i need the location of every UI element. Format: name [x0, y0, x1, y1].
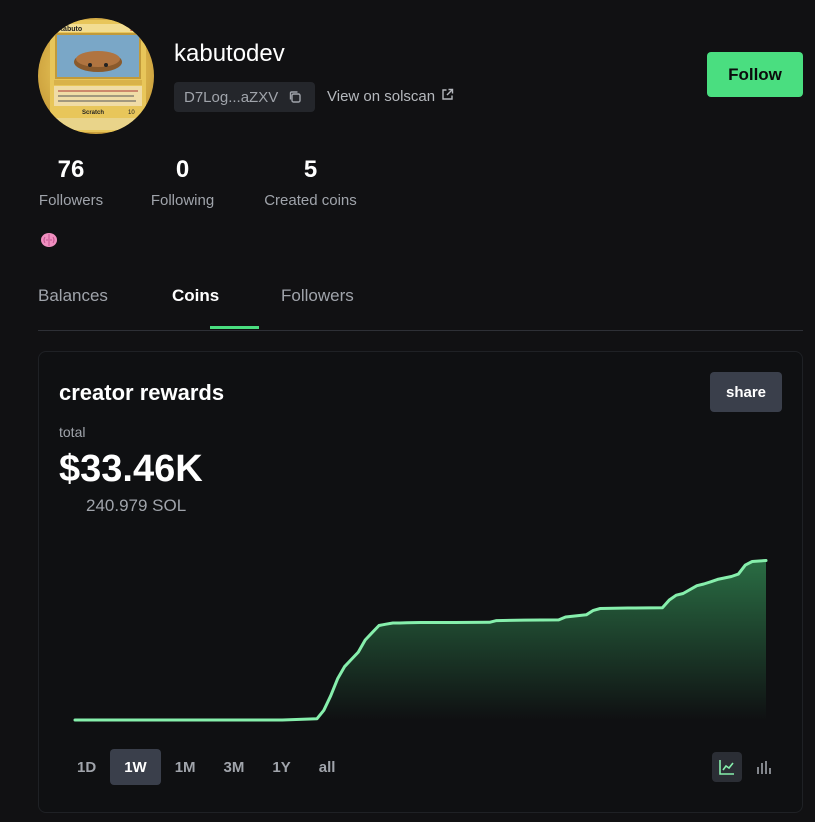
kabuto-card-image: Kabuto 30 Scratch 10: [50, 20, 146, 132]
avatar: Kabuto 30 Scratch 10: [38, 18, 154, 134]
stat-value: 5: [303, 156, 318, 183]
stat-created-coins[interactable]: 5 Created coins: [261, 156, 360, 209]
card-hp: 30: [130, 27, 137, 33]
range-all[interactable]: all: [305, 749, 350, 785]
stat-following[interactable]: 0 Following: [149, 156, 216, 209]
range-1w[interactable]: 1W: [110, 749, 161, 785]
rewards-chart: [73, 559, 768, 722]
range-3m[interactable]: 3M: [210, 749, 259, 785]
range-1m[interactable]: 1M: [161, 749, 210, 785]
bar-chart-icon[interactable]: [748, 752, 778, 782]
chart-area-fill: [75, 560, 766, 720]
copy-icon[interactable]: [288, 90, 302, 104]
profile-tabs: Balances Coins Followers: [38, 278, 803, 331]
range-1y[interactable]: 1Y: [258, 749, 304, 785]
wallet-address: D7Log...aZXV: [184, 88, 279, 106]
stat-followers[interactable]: 76 Followers: [37, 156, 105, 209]
stat-value: 0: [175, 156, 190, 183]
solscan-link[interactable]: View on solscan: [327, 88, 454, 105]
address-pill[interactable]: D7Log...aZXV: [174, 82, 315, 112]
tab-balances[interactable]: Balances: [38, 286, 108, 306]
active-tab-indicator: [210, 326, 259, 329]
stat-value: 76: [57, 156, 85, 183]
line-chart-icon[interactable]: [712, 752, 742, 782]
creator-rewards-panel: creator rewards share total $33.46K 240.…: [38, 351, 803, 813]
brain-icon: [40, 232, 58, 253]
time-range-selector: 1D 1W 1M 3M 1Y all: [63, 749, 349, 785]
follow-button[interactable]: Follow: [707, 52, 803, 97]
card-attack: Scratch: [82, 110, 104, 116]
stat-label: Following: [150, 192, 215, 209]
card-name: Kabuto: [58, 26, 82, 33]
card-damage: 10: [128, 110, 135, 116]
username: kabutodev: [174, 40, 285, 67]
tab-followers[interactable]: Followers: [281, 286, 354, 306]
external-link-icon: [441, 88, 454, 105]
stat-label: Created coins: [264, 192, 357, 209]
stat-label: Followers: [38, 192, 104, 209]
tab-coins[interactable]: Coins: [172, 286, 219, 306]
solscan-label: View on solscan: [327, 88, 436, 105]
range-1d[interactable]: 1D: [63, 749, 110, 785]
